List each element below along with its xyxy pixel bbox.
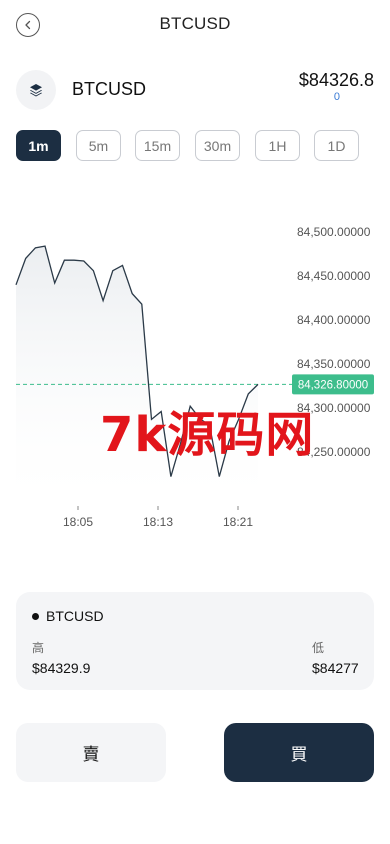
- y-tick-label: 84,350.00000: [297, 357, 371, 371]
- y-tick-label: 84,400.00000: [297, 313, 371, 327]
- interval-5m-button[interactable]: 5m: [76, 130, 121, 161]
- interval-1d-button[interactable]: 1D: [314, 130, 359, 161]
- symbol-name: BTCUSD: [72, 79, 147, 99]
- symbol-summary: BTCUSD $84326.8 0: [16, 68, 374, 112]
- header: BTCUSD: [0, 0, 390, 48]
- page-title: BTCUSD: [159, 14, 231, 33]
- info-symbol: BTCUSD: [32, 608, 104, 624]
- x-tick-label: 18:05: [63, 515, 93, 529]
- symbol-change: 0: [333, 91, 340, 103]
- price-info-card: BTCUSD 高 $84329.9 低 $84277: [16, 592, 374, 690]
- y-tick-label: 84,500.00000: [297, 225, 371, 239]
- x-tick-label: 18:21: [223, 515, 253, 529]
- buy-button[interactable]: 買: [224, 723, 374, 782]
- high-label: 高: [32, 641, 45, 655]
- y-tick-label: 84,450.00000: [297, 269, 371, 283]
- low-value: $84277: [312, 660, 359, 676]
- high-value: $84329.9: [32, 660, 91, 676]
- low-label: 低: [312, 641, 325, 655]
- price-chart[interactable]: 84,326.80000 84,500.00000 84,450.00000 84,…: [0, 200, 390, 540]
- interval-1m-button[interactable]: 1m: [16, 130, 61, 161]
- status-dot: [32, 612, 39, 620]
- x-tick-label: 18:13: [143, 515, 173, 529]
- interval-selector: 1m 5m 15m 30m 1H 1D: [16, 130, 374, 162]
- interval-1h-button[interactable]: 1H: [255, 130, 300, 161]
- interval-30m-button[interactable]: 30m: [195, 130, 240, 161]
- symbol-price: $84326.8: [298, 70, 374, 90]
- sell-button[interactable]: 賣: [16, 723, 166, 782]
- current-price-label: 84,326.80000: [298, 379, 368, 391]
- info-symbol-label: BTCUSD: [46, 608, 104, 624]
- layers-icon: [16, 70, 56, 110]
- watermark: 7k源码网: [100, 407, 315, 463]
- interval-15m-button[interactable]: 15m: [135, 130, 180, 161]
